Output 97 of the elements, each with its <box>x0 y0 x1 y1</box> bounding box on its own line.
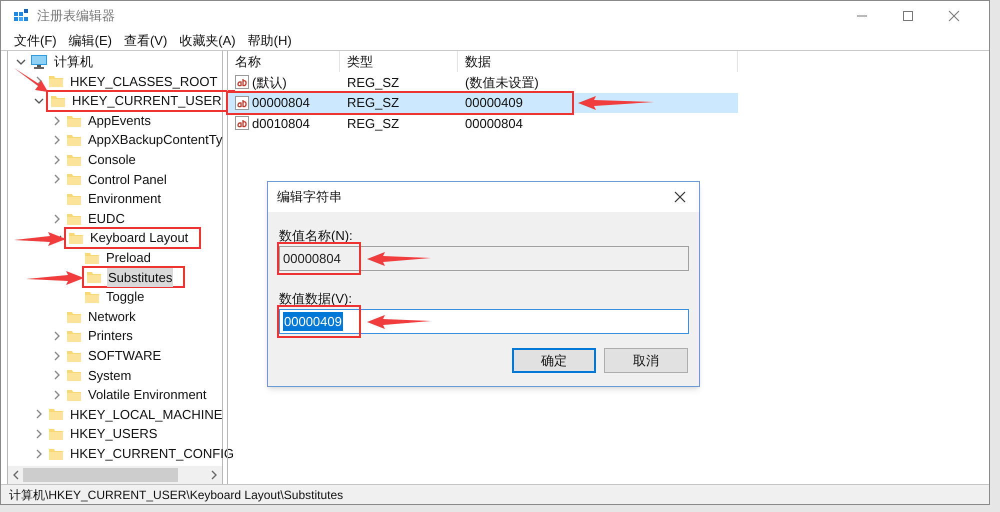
collapse-chevron-icon[interactable] <box>34 96 44 106</box>
scroll-left-icon[interactable] <box>12 470 19 480</box>
tree-item[interactable]: HKEY_CURRENT_CONFIG <box>69 444 235 464</box>
field-label: 数值数据(V): <box>279 290 353 308</box>
folder-icon <box>66 368 82 382</box>
tree-item[interactable]: Printers <box>87 326 134 346</box>
tree-item[interactable]: Environment <box>87 189 162 209</box>
expand-chevron-icon[interactable] <box>52 154 62 165</box>
expand-chevron-icon[interactable] <box>52 135 62 146</box>
expand-chevron-icon[interactable] <box>34 76 44 86</box>
expand-chevron-icon[interactable] <box>52 370 62 380</box>
tree-item[interactable]: EUDC <box>87 208 126 228</box>
registry-app-icon <box>13 8 29 24</box>
string-value-icon <box>235 116 249 130</box>
tree-item[interactable]: Control Panel <box>87 170 168 190</box>
ok-button[interactable]: 确定 <box>512 348 596 373</box>
menu-item[interactable]: 帮助(H) <box>242 30 297 50</box>
table-row[interactable]: (默认) REG_SZ (数值未设置) <box>228 72 738 92</box>
folder-icon <box>66 114 82 128</box>
table-cell-text: 00000804 <box>252 94 310 112</box>
string-value-icon <box>235 96 249 110</box>
expand-chevron-icon[interactable] <box>52 214 62 224</box>
close-icon[interactable] <box>674 191 686 203</box>
expand-chevron-icon[interactable] <box>52 350 62 361</box>
selected-row[interactable]: 00000804 REG_SZ 00000409 <box>228 92 738 113</box>
folder-icon <box>48 407 64 422</box>
folder-icon <box>66 388 82 402</box>
tree-item[interactable]: Console <box>87 150 137 170</box>
tree-item[interactable]: Preload <box>105 248 152 268</box>
tree-item[interactable]: System <box>87 366 132 386</box>
menu-item[interactable]: 收藏夹(A) <box>174 30 241 50</box>
value-field[interactable]: 00000409 <box>279 309 689 334</box>
tree-item[interactable]: HKEY_CURRENT_USER <box>71 91 223 111</box>
scrollbar-thumb[interactable] <box>23 468 178 482</box>
menu-item[interactable]: 编辑(E) <box>64 30 117 50</box>
maximize-icon[interactable] <box>902 10 914 22</box>
folder-icon <box>48 427 64 442</box>
folder-icon <box>48 446 64 461</box>
table-cell-text: REG_SZ <box>347 94 400 112</box>
table-cell-text: (默认) <box>252 74 287 92</box>
cancel-button[interactable]: 取消 <box>604 348 688 373</box>
folder-icon <box>66 310 82 324</box>
tree-item[interactable]: Substitutes <box>107 268 174 288</box>
folder-icon <box>66 152 82 167</box>
tree-item[interactable]: Keyboard Layout <box>89 228 190 248</box>
table-cell-text: REG_SZ <box>347 74 400 92</box>
column-header[interactable]: 数据 <box>458 51 738 72</box>
tree-item[interactable]: AppEvents <box>87 110 152 130</box>
folder-icon <box>68 231 84 246</box>
folder-icon <box>66 133 82 148</box>
expand-chevron-icon[interactable] <box>34 429 44 440</box>
table-cell-text: 00000409 <box>465 94 523 112</box>
tree-item[interactable]: Network <box>87 306 137 326</box>
annotation-arrow <box>367 314 431 330</box>
field-label: 数值名称(N): <box>279 227 354 246</box>
table-cell-text: REG_SZ <box>347 114 400 133</box>
window-title: 注册表编辑器 <box>37 7 115 26</box>
tree-item[interactable]: Toggle <box>105 287 146 307</box>
table-cell-text: 00000804 <box>465 114 523 132</box>
collapse-chevron-icon[interactable] <box>16 56 26 67</box>
folder-icon <box>86 270 102 284</box>
folder-icon <box>66 329 82 344</box>
expand-chevron-icon[interactable] <box>52 390 62 400</box>
expand-chevron-icon[interactable] <box>52 331 62 342</box>
scroll-right-icon[interactable] <box>211 470 218 480</box>
horizontal-scrollbar[interactable] <box>8 466 222 484</box>
computer-icon <box>30 54 48 70</box>
folder-icon <box>84 250 100 265</box>
annotation-arrow <box>367 251 431 267</box>
status-bar: 计算机\HKEY_CURRENT_USER\Keyboard Layout\Substitutes <box>1 484 989 504</box>
menu-item[interactable]: 文件(F) <box>9 30 62 50</box>
expand-chevron-icon[interactable] <box>52 174 62 184</box>
folder-icon <box>66 172 82 186</box>
folder-icon <box>50 94 66 108</box>
tree-item[interactable]: HKEY_USERS <box>69 424 158 444</box>
expand-chevron-icon[interactable] <box>34 409 44 420</box>
dialog-title: 编辑字符串 <box>277 188 342 206</box>
folder-icon <box>66 348 82 363</box>
column-header[interactable]: 类型 <box>340 51 458 72</box>
folder-icon <box>66 192 82 206</box>
expand-chevron-icon[interactable] <box>34 448 44 459</box>
table-cell-text: d0010804 <box>252 114 310 132</box>
tree-item[interactable]: HKEY_CLASSES_ROOT <box>69 72 218 92</box>
tree-item[interactable]: SOFTWARE <box>87 346 162 366</box>
column-header[interactable]: 名称 <box>228 51 340 72</box>
menu-item[interactable]: 查看(V) <box>118 30 172 50</box>
tree-item[interactable]: 计算机 <box>53 52 94 72</box>
folder-icon <box>66 212 82 226</box>
folder-icon <box>84 290 100 304</box>
table-cell-text: (数值未设置) <box>465 74 539 92</box>
string-value-icon <box>235 75 249 90</box>
table-row[interactable]: d0010804 REG_SZ 00000804 <box>228 113 738 134</box>
tree-item[interactable]: AppXBackupContentTy <box>87 130 224 150</box>
folder-icon <box>48 74 64 88</box>
expand-chevron-icon[interactable] <box>52 116 62 126</box>
tree-item[interactable]: HKEY_LOCAL_MACHINE <box>69 404 224 424</box>
tree-item[interactable]: Volatile Environment <box>87 385 208 405</box>
